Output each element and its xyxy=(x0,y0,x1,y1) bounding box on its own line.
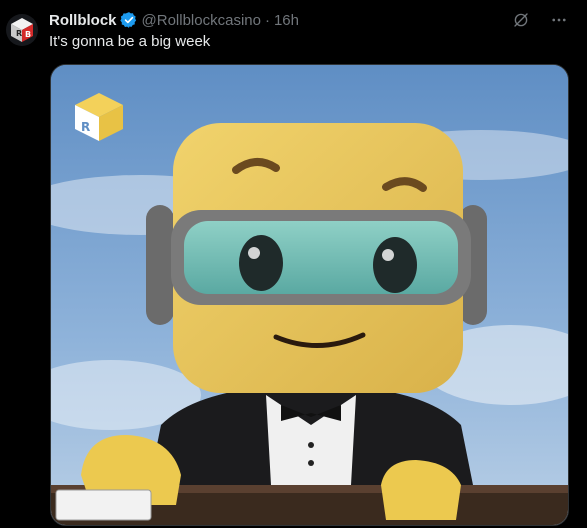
svg-text:B: B xyxy=(25,30,31,39)
author-name[interactable]: Rollblock xyxy=(49,12,117,29)
timestamp[interactable]: 16h xyxy=(274,12,299,29)
mascot-image: R xyxy=(51,65,568,525)
tweet[interactable]: R B Rollblock @Rollblockcasino · 16h It'… xyxy=(0,0,587,528)
rollblock-avatar-icon: R B xyxy=(11,18,33,42)
tweet-text: It's gonna be a big week xyxy=(49,33,211,50)
svg-text:R: R xyxy=(81,120,90,134)
grok-icon[interactable] xyxy=(511,10,531,30)
avatar[interactable]: R B xyxy=(6,14,38,46)
separator: · xyxy=(264,11,270,29)
author-handle[interactable]: @Rollblockcasino xyxy=(142,12,261,29)
more-options-icon[interactable] xyxy=(549,10,569,30)
tweet-header: Rollblock @Rollblockcasino · 16h xyxy=(49,10,299,30)
svg-text:R: R xyxy=(16,29,22,38)
tweet-actions xyxy=(511,10,569,30)
verified-badge-icon xyxy=(119,11,138,29)
tweet-media-image[interactable]: R xyxy=(50,64,569,526)
